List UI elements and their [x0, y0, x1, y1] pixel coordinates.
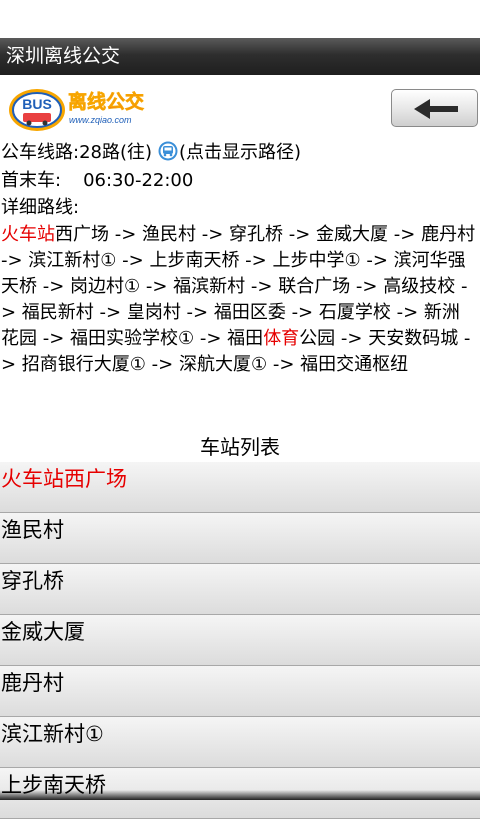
time-label: 首末车: [1, 170, 62, 191]
route-highlight: 体育 [263, 328, 300, 349]
time-value: 06:30-22:00 [83, 170, 194, 191]
station-item[interactable]: 渔民村 [0, 513, 480, 564]
back-button[interactable] [391, 89, 478, 127]
detail-label: 详细路线: [1, 197, 80, 218]
app-logo: BUS 离线公交 www.zqiao.com [6, 84, 158, 132]
route-detail-text: 火车站西广场 -> 渔民村 -> 穿孔桥 -> 金威大厦 -> 鹿丹村 -> 滨… [1, 222, 477, 378]
status-bar [0, 0, 480, 38]
station-item[interactable]: 金威大厦 [0, 615, 480, 666]
bottom-shadow [0, 790, 480, 800]
app-title: 深圳离线公交 [0, 38, 480, 75]
show-path-link[interactable]: (点击显示路径) [179, 142, 301, 163]
time-line: 首末车: 06:30-22:00 [1, 169, 193, 193]
logo-url: www.zqiao.com [69, 115, 132, 125]
back-arrow-icon [414, 99, 458, 119]
station-item[interactable]: 鹿丹村 [0, 666, 480, 717]
route-label: 公车线路:28路(往) [1, 142, 153, 163]
logo-badge: BUS [22, 96, 52, 112]
station-item[interactable]: 穿孔桥 [0, 564, 480, 615]
bus-route-icon[interactable] [158, 141, 178, 161]
station-item[interactable]: 滨江新村① [0, 717, 480, 768]
logo-name: 离线公交 [68, 90, 144, 113]
route-line: 公车线路:28路(往) (点击显示路径) [1, 141, 301, 165]
station-list-title: 车站列表 [200, 435, 280, 459]
station-list: 火车站西广场 渔民村 穿孔桥 金威大厦 鹿丹村 滨江新村① 上步南天桥 [0, 462, 480, 819]
header: BUS 离线公交 www.zqiao.com [0, 75, 480, 139]
route-highlight: 火车站 [1, 224, 55, 245]
station-item[interactable]: 火车站西广场 [0, 462, 480, 513]
